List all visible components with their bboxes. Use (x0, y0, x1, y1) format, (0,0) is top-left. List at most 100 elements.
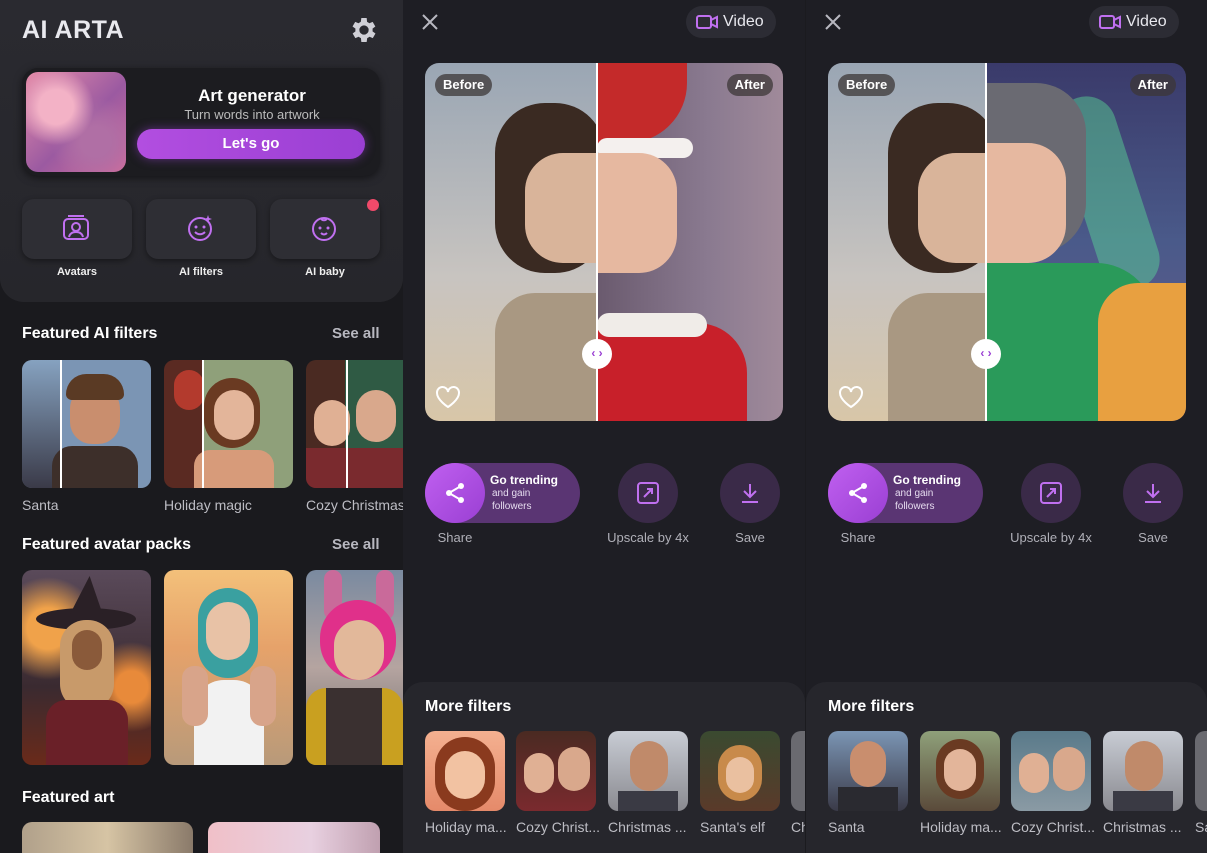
share-icon (446, 483, 464, 503)
upscale-icon (637, 482, 659, 504)
more-filters-panel: More filters Santa Holiday ma... Cozy Ch… (806, 682, 1207, 853)
compare-slider-handle[interactable]: ‹ › (971, 339, 1001, 369)
share-circle (828, 463, 888, 523)
more-filter-label-1: Santa (828, 819, 865, 835)
share-trending-button[interactable]: Go trending and gain followers (425, 463, 580, 523)
share-trending-button[interactable]: Go trending and gain followers (828, 463, 983, 523)
more-filter-label-4: Christmas ... (1103, 819, 1182, 835)
featured-art-title: Featured art (22, 789, 115, 806)
share-label: Share (437, 530, 473, 545)
more-filter-thumb-4[interactable] (700, 731, 780, 811)
more-filter-label-2: Holiday ma... (920, 819, 1002, 835)
share-label: Share (840, 530, 876, 545)
avatar-pack-bunny[interactable] (306, 570, 403, 765)
more-filters-title: More filters (828, 698, 915, 715)
art-generator-title: Art generator (198, 86, 306, 105)
more-filter-label-5: Sa (1195, 819, 1207, 835)
more-filter-thumb-1[interactable] (828, 731, 908, 811)
go-trending-subtitle: and gain followers (895, 488, 935, 512)
before-badge: Before (838, 74, 896, 96)
featured-avatars-see-all[interactable]: See all (332, 536, 380, 553)
upscale-label: Upscale by 4x (1010, 530, 1092, 545)
go-trending-title: Go trending (490, 473, 558, 487)
video-button[interactable]: Video (1089, 6, 1179, 38)
more-filter-thumb-3[interactable] (1011, 731, 1091, 811)
more-filter-thumb-2[interactable] (516, 731, 596, 811)
upscale-button[interactable] (1021, 463, 1081, 523)
ai-filters-label: AI filters (178, 266, 223, 278)
save-button[interactable] (720, 463, 780, 523)
art-generator-card[interactable]: Art generator Turn words into artwork Le… (22, 68, 380, 176)
app-title: AI ARTA (22, 16, 125, 44)
video-camera-icon (1099, 15, 1121, 29)
avatar-pack-teal-hair[interactable] (164, 570, 293, 765)
avatar-pack-witch[interactable] (22, 570, 151, 765)
before-after-comparison[interactable]: Before After ‹ › (425, 63, 783, 421)
video-camera-icon (696, 15, 718, 29)
after-badge: After (726, 74, 773, 96)
gear-icon[interactable] (348, 14, 380, 46)
go-trending-subtitle: and gain followers (492, 488, 532, 512)
editor-screen-b: Video Before After ‹ › Go trending and g… (806, 0, 1207, 853)
more-filter-thumb-5[interactable] (1195, 731, 1207, 811)
chevrons-horizontal-icon: ‹ › (591, 346, 603, 360)
more-filter-label-3: Cozy Christ... (1011, 819, 1095, 835)
filter-thumb-santa[interactable] (22, 360, 151, 488)
avatars-tile[interactable] (22, 199, 132, 259)
more-filter-label-5: Ch (791, 819, 805, 835)
heart-icon[interactable] (838, 385, 864, 409)
chevrons-horizontal-icon: ‹ › (980, 346, 992, 360)
upscale-icon (1040, 482, 1062, 504)
more-filter-label-2: Cozy Christ... (516, 819, 600, 835)
before-badge: Before (435, 74, 493, 96)
more-filter-thumb-1[interactable] (425, 731, 505, 811)
lets-go-button[interactable]: Let's go (137, 129, 365, 159)
featured-filters-title: Featured AI filters (22, 325, 158, 342)
save-label: Save (735, 530, 765, 545)
video-label: Video (1126, 13, 1167, 30)
close-icon[interactable] (420, 12, 440, 32)
art-generator-thumbnail (26, 72, 126, 172)
notification-badge (367, 199, 379, 211)
more-filter-thumb-2[interactable] (920, 731, 1000, 811)
featured-avatars-title: Featured avatar packs (22, 536, 191, 553)
filter-label-cozy-christmas: Cozy Christmas (306, 497, 403, 513)
more-filter-thumb-4[interactable] (1103, 731, 1183, 811)
go-trending-title: Go trending (893, 473, 961, 487)
filter-thumb-cozy-christmas[interactable] (306, 360, 403, 488)
more-filter-label-1: Holiday ma... (425, 819, 507, 835)
art-thumb-1[interactable] (22, 822, 193, 853)
share-icon (849, 483, 867, 503)
more-filters-panel: More filters Holiday ma... Cozy Christ..… (403, 682, 805, 853)
download-icon (1145, 484, 1161, 503)
ai-filters-icon (188, 215, 212, 241)
art-generator-subtitle: Turn words into artwork (184, 107, 320, 122)
before-after-comparison[interactable]: Before After ‹ › (828, 63, 1186, 421)
more-filter-label-4: Santa's elf (700, 819, 765, 835)
heart-icon[interactable] (435, 385, 461, 409)
more-filter-thumb-5[interactable] (791, 731, 805, 811)
video-button[interactable]: Video (686, 6, 776, 38)
avatars-label: Avatars (57, 266, 97, 278)
editor-screen-a: Video Before After ‹ › Go trending and g… (403, 0, 805, 853)
filter-thumb-holiday-magic[interactable] (164, 360, 293, 488)
more-filter-thumb-3[interactable] (608, 731, 688, 811)
featured-filters-see-all[interactable]: See all (332, 325, 380, 342)
baby-face-icon (312, 217, 336, 241)
avatars-icon (63, 215, 89, 240)
save-label: Save (1138, 530, 1168, 545)
upscale-button[interactable] (618, 463, 678, 523)
video-label: Video (723, 13, 764, 30)
after-badge: After (1129, 74, 1176, 96)
home-screen: AI ARTA Art generator Turn words into ar… (0, 0, 403, 853)
art-thumb-2[interactable] (208, 822, 380, 853)
more-filter-label-3: Christmas ... (608, 819, 687, 835)
ai-filters-tile[interactable] (146, 199, 256, 259)
upscale-label: Upscale by 4x (607, 530, 689, 545)
close-icon[interactable] (823, 12, 843, 32)
ai-baby-tile[interactable] (270, 199, 380, 259)
filter-label-santa: Santa (22, 497, 59, 513)
ai-baby-label: AI baby (305, 266, 345, 278)
compare-slider-handle[interactable]: ‹ › (582, 339, 612, 369)
save-button[interactable] (1123, 463, 1183, 523)
